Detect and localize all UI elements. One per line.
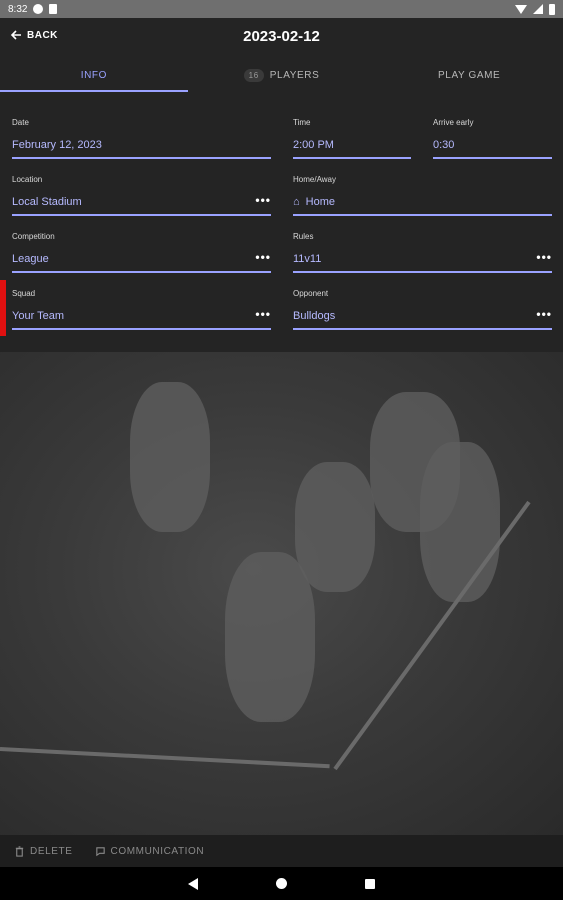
opponent-more-button[interactable]: ••• — [536, 307, 552, 321]
status-time: 8:32 — [8, 3, 28, 15]
date-field[interactable]: Date February 12, 2023 — [12, 118, 271, 159]
rules-label: Rules — [293, 232, 314, 241]
wifi-icon — [515, 4, 527, 14]
date-label: Date — [12, 118, 29, 127]
player-figure — [130, 382, 210, 532]
delete-label: DELETE — [30, 845, 73, 857]
field-line — [0, 747, 330, 769]
home-away-value[interactable]: ⌂ Home — [293, 194, 552, 216]
arrive-early-label: Arrive early — [433, 118, 474, 127]
status-bar: 8:32 — [0, 0, 563, 18]
nav-recents-icon[interactable] — [365, 878, 375, 889]
sim-card-icon — [49, 4, 58, 14]
opponent-label: Opponent — [293, 289, 329, 298]
game-info-form: Date February 12, 2023 Time 2:00 PM Arri… — [0, 92, 563, 352]
opponent-field[interactable]: Opponent Bulldogs ••• — [293, 289, 552, 330]
communication-button[interactable]: COMMUNICATION — [95, 846, 205, 857]
tab-play-game[interactable]: PLAY GAME — [375, 58, 563, 92]
opponent-value[interactable]: Bulldogs ••• — [293, 307, 552, 330]
time-value[interactable]: 2:00 PM — [293, 137, 411, 159]
competition-label: Competition — [12, 232, 55, 241]
notification-icon — [33, 4, 44, 14]
competition-value[interactable]: League ••• — [12, 250, 271, 273]
tab-bar: INFO 16 PLAYERS PLAY GAME — [0, 58, 563, 92]
communication-label: COMMUNICATION — [110, 845, 205, 857]
tab-info[interactable]: INFO — [0, 58, 188, 92]
location-field[interactable]: Location Local Stadium ••• — [12, 175, 271, 216]
system-nav-bar — [0, 867, 563, 900]
location-value[interactable]: Local Stadium ••• — [12, 193, 271, 216]
squad-label: Squad — [12, 289, 36, 298]
squad-marker — [0, 280, 6, 336]
squad-field[interactable]: Squad Your Team ••• — [12, 289, 271, 330]
tab-players[interactable]: 16 PLAYERS — [188, 58, 376, 92]
time-label: Time — [293, 118, 311, 127]
time-field[interactable]: Time 2:00 PM — [293, 118, 411, 159]
squad-value[interactable]: Your Team ••• — [12, 307, 271, 330]
nav-back-icon[interactable] — [188, 877, 198, 890]
trash-icon — [15, 845, 24, 857]
players-count-badge: 16 — [243, 68, 264, 82]
player-figure — [295, 462, 375, 592]
battery-icon — [549, 3, 555, 15]
squad-more-button[interactable]: ••• — [255, 307, 271, 321]
nav-home-icon[interactable] — [276, 878, 287, 889]
home-icon: ⌂ — [293, 196, 300, 208]
tab-players-label: PLAYERS — [269, 69, 320, 81]
background-photo — [0, 352, 563, 835]
location-more-button[interactable]: ••• — [255, 193, 271, 207]
signal-icon — [533, 4, 543, 14]
tab-play-game-label: PLAY GAME — [438, 69, 501, 81]
arrive-early-field[interactable]: Arrive early 0:30 — [433, 118, 552, 159]
delete-button[interactable]: DELETE — [14, 846, 73, 857]
bottom-action-bar: DELETE COMMUNICATION — [0, 835, 563, 867]
rules-field[interactable]: Rules 11v11 ••• — [293, 232, 552, 273]
competition-field[interactable]: Competition League ••• — [12, 232, 271, 273]
chat-bubble-icon — [95, 846, 105, 856]
page-title: 2023-02-12 — [243, 28, 320, 45]
player-figure — [420, 442, 500, 602]
competition-more-button[interactable]: ••• — [255, 250, 271, 264]
rules-more-button[interactable]: ••• — [536, 250, 552, 264]
tab-info-label: INFO — [80, 69, 107, 81]
location-label: Location — [12, 175, 43, 184]
arrive-early-value[interactable]: 0:30 — [433, 137, 552, 159]
rules-value[interactable]: 11v11 ••• — [293, 250, 552, 273]
player-figure — [225, 552, 315, 722]
app-bar: BACK 2023-02-12 — [0, 18, 563, 58]
date-value[interactable]: February 12, 2023 — [12, 137, 271, 159]
home-away-field[interactable]: Home/Away ⌂ Home — [293, 175, 552, 216]
home-away-label: Home/Away — [293, 175, 336, 184]
